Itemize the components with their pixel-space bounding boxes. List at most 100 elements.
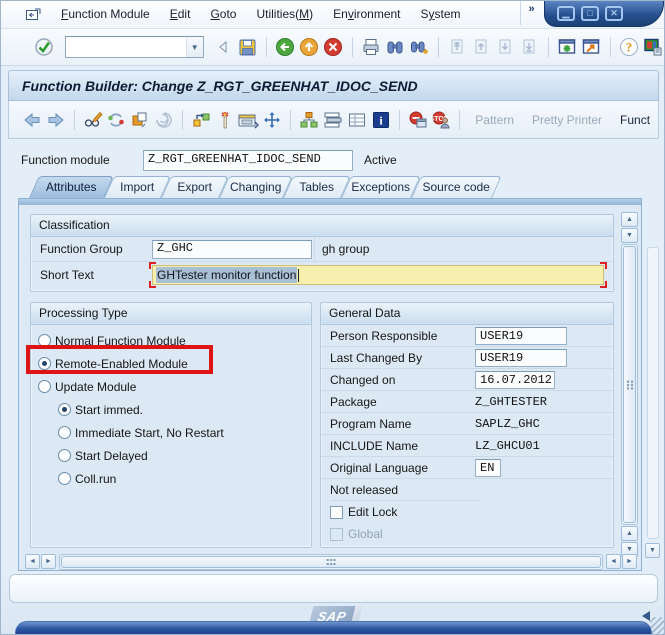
radio-icon[interactable]: [38, 380, 51, 393]
find-icon[interactable]: [385, 36, 406, 58]
inner-horizontal-scrollbar[interactable]: ◄ ► ◄ ►: [25, 554, 637, 570]
menu-environment[interactable]: Environment: [323, 5, 410, 24]
previous-object-icon[interactable]: [21, 109, 43, 131]
page-down-icon[interactable]: [495, 36, 516, 58]
function-group-input[interactable]: Z_GHC: [152, 239, 312, 259]
radio-coll-run[interactable]: Coll.run: [31, 467, 311, 490]
exit-icon[interactable]: [299, 36, 320, 58]
save-icon[interactable]: [237, 36, 258, 58]
menu-overflow-chevron[interactable]: »: [520, 1, 542, 25]
radio-icon[interactable]: [58, 403, 71, 416]
scroll-up-icon[interactable]: ▲: [621, 526, 638, 541]
create-shortcut-icon[interactable]: [581, 36, 602, 58]
menu-function-module[interactable]: Function Module: [51, 5, 160, 24]
changed-on-input[interactable]: 16.07.2012: [475, 370, 555, 389]
tab-attributes[interactable]: Attributes: [29, 176, 114, 198]
person-responsible-input[interactable]: USER19: [475, 326, 567, 345]
next-object-icon[interactable]: [45, 109, 67, 131]
function-module-input[interactable]: Z_RGT_GREENHAT_IDOC_SEND: [143, 149, 353, 171]
first-page-icon[interactable]: [447, 36, 468, 58]
system-menu-icon[interactable]: [25, 8, 41, 22]
maximize-button[interactable]: □: [581, 6, 599, 21]
radio-immediate-start-no-restart[interactable]: Immediate Start, No Restart: [31, 421, 311, 444]
outer-scroll-down-icon[interactable]: ▼: [645, 543, 660, 558]
object-list-icon[interactable]: [322, 109, 344, 131]
original-language-row: Original Language EN: [321, 457, 613, 479]
tab-source-code[interactable]: Source code: [411, 176, 502, 198]
pattern-button[interactable]: Pattern: [467, 110, 522, 130]
function-library-icon[interactable]: [237, 109, 260, 131]
close-button[interactable]: ✕: [605, 6, 623, 21]
radio-icon[interactable]: [58, 449, 71, 462]
inner-vertical-scrollbar[interactable]: ▲ ▼ ▲ ▼: [621, 212, 638, 557]
scrollbar-track[interactable]: [621, 244, 638, 525]
tab-exceptions[interactable]: Exceptions: [341, 176, 421, 198]
window-resize-grip[interactable]: [650, 617, 664, 634]
edit-lock-checkbox[interactable]: [330, 505, 343, 519]
standard-toolbar: ▼ ?: [1, 29, 664, 66]
scroll-right-icon[interactable]: ►: [41, 554, 56, 569]
detail-view-icon[interactable]: [346, 109, 368, 131]
command-field[interactable]: ▼: [65, 36, 204, 58]
menu-utilities[interactable]: Utilities(M): [246, 5, 323, 24]
short-text-input[interactable]: GHTester monitor function: [149, 262, 607, 288]
command-dropdown-icon[interactable]: ▼: [185, 37, 203, 57]
hide-command-field-icon[interactable]: [213, 36, 234, 58]
refresh-consistency-icon[interactable]: [105, 109, 127, 131]
enter-icon[interactable]: [33, 36, 54, 58]
breakpoint-session-icon[interactable]: [407, 109, 429, 131]
radio-icon[interactable]: [58, 472, 71, 485]
customize-layout-icon[interactable]: [643, 36, 664, 58]
scrollbar-thumb[interactable]: [61, 556, 601, 568]
original-language-input[interactable]: EN: [475, 458, 501, 477]
field-label: Package: [330, 394, 377, 409]
tab-import[interactable]: Import: [104, 176, 171, 198]
radio-start-immed[interactable]: Start immed.: [31, 398, 311, 421]
tab-tables[interactable]: Tables: [283, 176, 351, 198]
new-session-icon[interactable]: [557, 36, 578, 58]
radio-start-delayed[interactable]: Start Delayed: [31, 444, 311, 467]
function-group-row: Function Group Z_GHC gh group: [31, 237, 613, 262]
tab-export[interactable]: Export: [161, 176, 229, 198]
breakpoint-user-icon[interactable]: STOP: [431, 109, 453, 131]
scroll-left-icon[interactable]: ◄: [606, 554, 621, 569]
menu-edit[interactable]: Edit: [160, 5, 201, 24]
edit-lock-row[interactable]: Edit Lock: [321, 501, 613, 523]
inactive-version-icon[interactable]: [153, 109, 175, 131]
menu-system[interactable]: System: [411, 5, 471, 24]
function-group-label: Function Group: [40, 242, 123, 256]
function-documentation-button[interactable]: Funct: [612, 110, 658, 130]
last-page-icon[interactable]: [519, 36, 540, 58]
scroll-left-icon[interactable]: ◄: [25, 554, 40, 569]
global-checkbox: [330, 527, 343, 541]
bottom-taskbar: [15, 621, 652, 634]
thumb-grip: [326, 558, 336, 566]
back-icon[interactable]: [275, 36, 296, 58]
menu-goto[interactable]: Goto: [200, 5, 246, 24]
radio-icon[interactable]: [58, 426, 71, 439]
status-collapse-icon[interactable]: [642, 611, 650, 621]
cancel-icon[interactable]: [323, 36, 344, 58]
activate-icon[interactable]: [129, 109, 151, 131]
pretty-printer-button[interactable]: Pretty Printer: [524, 110, 610, 130]
outer-vertical-scrollbar-track[interactable]: [647, 247, 659, 539]
page-up-icon[interactable]: [471, 36, 492, 58]
scroll-right-icon[interactable]: ►: [622, 554, 637, 569]
where-used-icon[interactable]: [190, 109, 212, 131]
test-icon[interactable]: [214, 109, 236, 131]
minimize-button[interactable]: ▁: [557, 6, 575, 21]
scrollbar-track[interactable]: [59, 554, 603, 570]
object-hierarchy-icon[interactable]: [298, 109, 320, 131]
tab-changing[interactable]: Changing: [219, 176, 293, 198]
scrollbar-thumb[interactable]: [623, 246, 636, 523]
navigation-icon[interactable]: [261, 109, 283, 131]
info-icon[interactable]: i: [370, 109, 392, 131]
print-icon[interactable]: [361, 36, 382, 58]
find-next-icon[interactable]: [409, 36, 430, 58]
last-changed-by-input[interactable]: USER19: [475, 348, 567, 367]
help-icon[interactable]: ?: [619, 36, 640, 58]
scroll-up-icon[interactable]: ▲: [621, 212, 638, 227]
radio-update-module[interactable]: Update Module: [31, 375, 311, 398]
display-change-icon[interactable]: [82, 109, 104, 131]
scroll-down-icon[interactable]: ▼: [621, 228, 638, 243]
